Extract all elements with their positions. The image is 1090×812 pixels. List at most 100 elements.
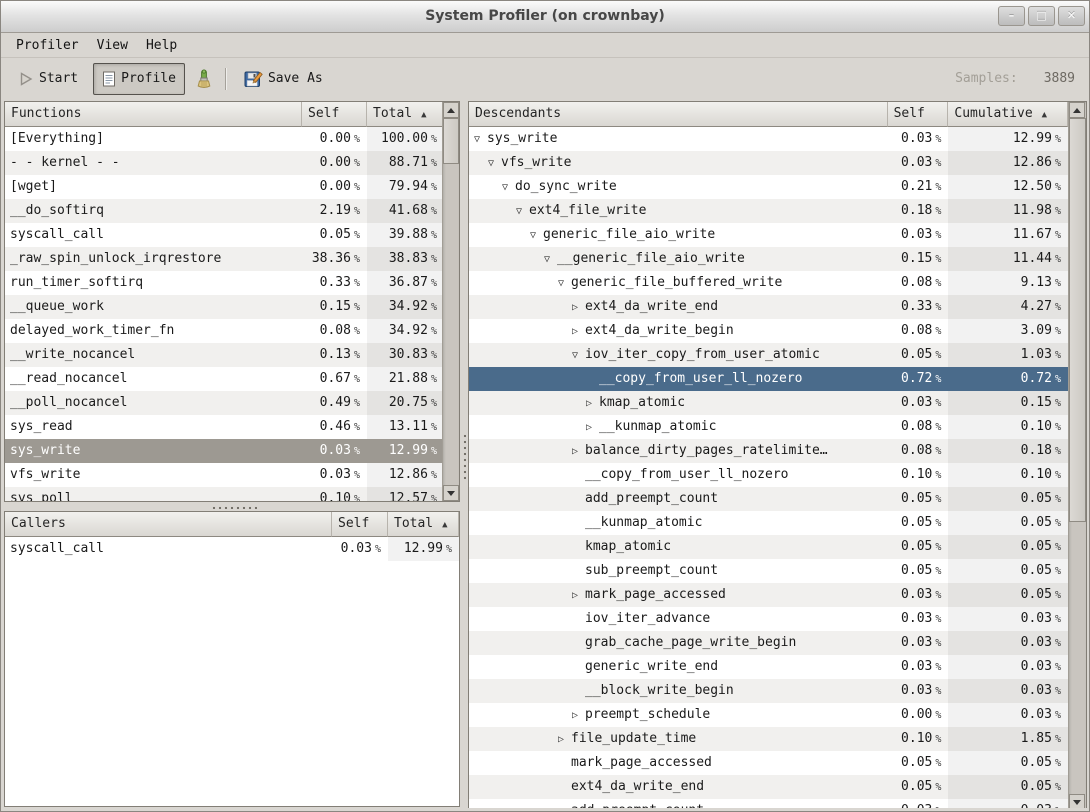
menu-view[interactable]: View xyxy=(88,35,137,56)
tree-row[interactable]: ▷ext4_da_write_end0.33%4.27% xyxy=(469,295,1068,319)
menu-profiler[interactable]: Profiler xyxy=(7,35,88,56)
expander-closed-icon[interactable]: ▷ xyxy=(586,392,599,415)
tree-row[interactable]: __kunmap_atomic0.05%0.05% xyxy=(469,511,1068,535)
tree-row[interactable]: __block_write_begin0.03%0.03% xyxy=(469,679,1068,703)
descendant-label: __generic_file_aio_write xyxy=(557,251,745,266)
percent-cell: 0.03% xyxy=(948,679,1068,703)
table-row[interactable]: __read_nocancel0.67%21.88% xyxy=(5,367,459,391)
percent-cell: 0.18% xyxy=(888,199,949,223)
table-row[interactable]: syscall_call0.03%12.99% xyxy=(5,537,459,561)
tree-row[interactable]: sub_preempt_count0.05%0.05% xyxy=(469,559,1068,583)
table-row[interactable]: syscall_call0.05%39.88% xyxy=(5,223,459,247)
callers-column-header[interactable]: Callers xyxy=(5,512,332,537)
profile-toggle-button[interactable]: Profile xyxy=(93,63,185,95)
total-column-header[interactable]: Total▲ xyxy=(367,102,444,127)
function-name: sys_write xyxy=(5,439,302,463)
tree-row[interactable]: ▽generic_file_buffered_write0.08%9.13% xyxy=(469,271,1068,295)
table-row[interactable]: __queue_work0.15%34.92% xyxy=(5,295,459,319)
scroll-down-icon[interactable] xyxy=(443,485,459,501)
tree-row[interactable]: ▷kmap_atomic0.03%0.15% xyxy=(469,391,1068,415)
expander-open-icon[interactable]: ▽ xyxy=(572,344,585,367)
toolbar: Start Profile xyxy=(1,58,1089,99)
titlebar[interactable]: System Profiler (on crownbay) – □ ✕ xyxy=(1,1,1089,33)
descendant-label: generic_file_buffered_write xyxy=(571,275,782,290)
save-as-button[interactable]: Save As xyxy=(235,63,332,95)
total-column-header[interactable]: Total▲ xyxy=(388,512,459,537)
expander-closed-icon[interactable]: ▷ xyxy=(572,584,585,607)
tree-row[interactable]: mark_page_accessed0.05%0.05% xyxy=(469,751,1068,775)
tree-row[interactable]: ▽__generic_file_aio_write0.15%11.44% xyxy=(469,247,1068,271)
table-row[interactable]: run_timer_softirq0.33%36.87% xyxy=(5,271,459,295)
tree-row[interactable]: iov_iter_advance0.03%0.03% xyxy=(469,607,1068,631)
tree-row[interactable]: ext4_da_write_end0.05%0.05% xyxy=(469,775,1068,799)
descendants-scrollbar-thumb[interactable] xyxy=(1069,118,1086,522)
tree-row[interactable]: ▷balance_dirty_pages_ratelimite…0.08%0.1… xyxy=(469,439,1068,463)
horizontal-pane-splitter[interactable] xyxy=(4,502,460,511)
expander-closed-icon[interactable]: ▷ xyxy=(572,320,585,343)
expander-open-icon[interactable]: ▽ xyxy=(474,128,487,151)
table-row[interactable]: [Everything]0.00%100.00% xyxy=(5,127,459,151)
tree-row[interactable]: ▽ext4_file_write0.18%11.98% xyxy=(469,199,1068,223)
self-column-header[interactable]: Self xyxy=(888,102,949,127)
self-column-header[interactable]: Self xyxy=(302,102,367,127)
reset-button[interactable] xyxy=(189,63,219,95)
percent-cell: 79.94% xyxy=(367,175,444,199)
expander-closed-icon[interactable]: ▷ xyxy=(572,440,585,463)
tree-row[interactable]: __copy_from_user_ll_nozero0.72%0.72% xyxy=(469,367,1068,391)
expander-open-icon[interactable]: ▽ xyxy=(502,176,515,199)
expander-closed-icon[interactable]: ▷ xyxy=(558,728,571,751)
maximize-button[interactable]: □ xyxy=(1028,6,1055,26)
table-row[interactable]: __poll_nocancel0.49%20.75% xyxy=(5,391,459,415)
table-row[interactable]: sys_poll0.10%12.57% xyxy=(5,487,459,501)
cumulative-column-header[interactable]: Cumulative▲ xyxy=(948,102,1068,127)
expander-closed-icon[interactable]: ▷ xyxy=(586,416,599,439)
expander-open-icon[interactable]: ▽ xyxy=(488,152,501,175)
expander-closed-icon[interactable]: ▷ xyxy=(572,704,585,727)
scroll-up-icon[interactable] xyxy=(443,102,459,118)
table-row[interactable]: delayed_work_timer_fn0.08%34.92% xyxy=(5,319,459,343)
vertical-pane-splitter[interactable] xyxy=(460,101,468,811)
scroll-up-icon[interactable] xyxy=(1069,102,1085,118)
functions-scrollbar-thumb[interactable] xyxy=(443,118,459,164)
table-row[interactable]: vfs_write0.03%12.86% xyxy=(5,463,459,487)
expander-open-icon[interactable]: ▽ xyxy=(544,248,557,271)
expander-open-icon[interactable]: ▽ xyxy=(516,200,529,223)
expander-open-icon[interactable]: ▽ xyxy=(530,224,543,247)
menu-help[interactable]: Help xyxy=(137,35,186,56)
tree-row[interactable]: ▽sys_write0.03%12.99% xyxy=(469,127,1068,151)
tree-row[interactable]: kmap_atomic0.05%0.05% xyxy=(469,535,1068,559)
tree-row[interactable]: generic_write_end0.03%0.03% xyxy=(469,655,1068,679)
tree-row[interactable]: ▷__kunmap_atomic0.08%0.10% xyxy=(469,415,1068,439)
tree-row[interactable]: grab_cache_page_write_begin0.03%0.03% xyxy=(469,631,1068,655)
tree-row[interactable]: ▷ext4_da_write_begin0.08%3.09% xyxy=(469,319,1068,343)
expander-closed-icon[interactable]: ▷ xyxy=(572,296,585,319)
close-button[interactable]: ✕ xyxy=(1058,6,1085,26)
expander-open-icon[interactable]: ▽ xyxy=(558,272,571,295)
functions-scrollbar[interactable] xyxy=(442,102,459,501)
descendants-scrollbar[interactable] xyxy=(1068,102,1086,810)
functions-column-header[interactable]: Functions xyxy=(5,102,302,127)
tree-row[interactable]: ▽do_sync_write0.21%12.50% xyxy=(469,175,1068,199)
tree-row[interactable]: ▽vfs_write0.03%12.86% xyxy=(469,151,1068,175)
minimize-button[interactable]: – xyxy=(998,6,1025,26)
table-row[interactable]: __do_softirq2.19%41.68% xyxy=(5,199,459,223)
tree-row[interactable]: add_preempt_count0.05%0.05% xyxy=(469,487,1068,511)
tree-row[interactable]: ▷file_update_time0.10%1.85% xyxy=(469,727,1068,751)
table-row[interactable]: __write_nocancel0.13%30.83% xyxy=(5,343,459,367)
tree-row[interactable]: ▽iov_iter_copy_from_user_atomic0.05%1.03… xyxy=(469,343,1068,367)
tree-indent xyxy=(474,333,572,334)
tree-row[interactable]: ▷preempt_schedule0.00%0.03% xyxy=(469,703,1068,727)
descendants-column-header[interactable]: Descendants xyxy=(469,102,888,127)
tree-row[interactable]: ▷mark_page_accessed0.03%0.05% xyxy=(469,583,1068,607)
self-column-header[interactable]: Self xyxy=(332,512,388,537)
table-row[interactable]: sys_read0.46%13.11% xyxy=(5,415,459,439)
tree-row[interactable]: ▽generic_file_aio_write0.03%11.67% xyxy=(469,223,1068,247)
table-row[interactable]: _raw_spin_unlock_irqrestore38.36%38.83% xyxy=(5,247,459,271)
tree-indent xyxy=(474,597,572,598)
start-button[interactable]: Start xyxy=(9,63,87,95)
tree-row[interactable]: __copy_from_user_ll_nozero0.10%0.10% xyxy=(469,463,1068,487)
table-row[interactable]: - - kernel - -0.00%88.71% xyxy=(5,151,459,175)
table-row[interactable]: [wget]0.00%79.94% xyxy=(5,175,459,199)
tree-indent xyxy=(474,381,586,382)
table-row[interactable]: sys_write0.03%12.99% xyxy=(5,439,459,463)
